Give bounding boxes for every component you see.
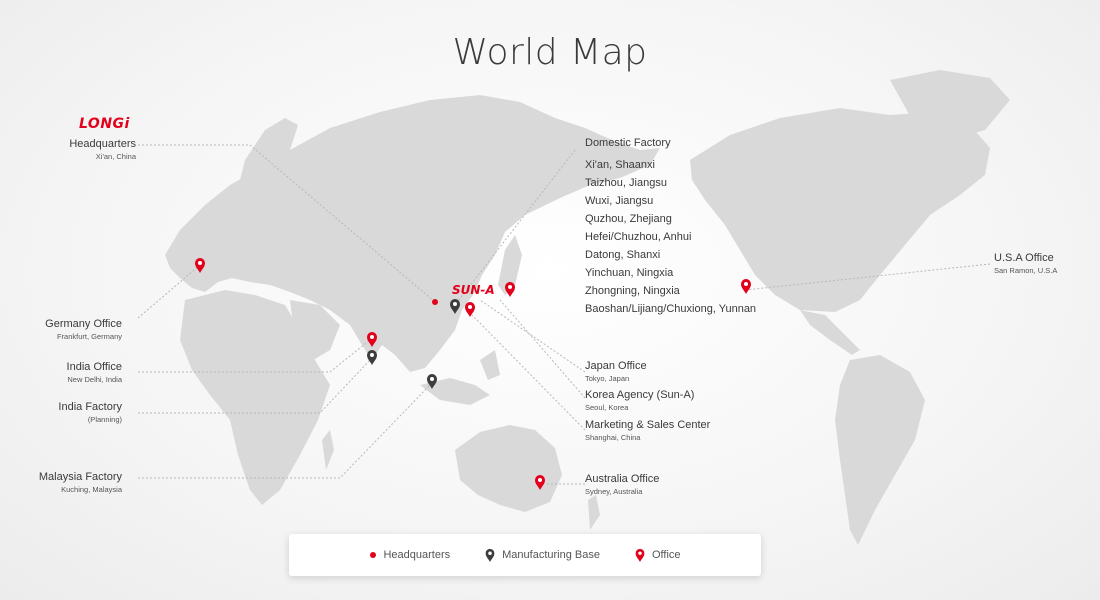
domestic-factory-item: Hefei/Chuzhou, Anhui: [585, 231, 692, 243]
legend-manufacturing-label: Manufacturing Base: [502, 549, 600, 561]
domestic-factory-list: Domestic Factory Xi'an, Shaanxi Taizhou,…: [585, 137, 756, 318]
legend-manufacturing[interactable]: Manufacturing Base: [484, 548, 600, 562]
label-headquarters-sub: Xi'an, China: [95, 151, 136, 161]
office-pin-shanghai-icon[interactable]: [465, 302, 475, 317]
manufacturing-pin-india-icon[interactable]: [367, 350, 377, 365]
label-india-factory: India Factory (Planning): [58, 401, 122, 424]
legend-headquarters-label: Headquarters: [383, 549, 451, 561]
label-malaysia-factory: Malaysia Factory Kuching, Malaysia: [39, 471, 122, 494]
label-headquarters-title: Headquarters: [69, 138, 136, 150]
longi-logo: LONGi: [79, 116, 130, 132]
legend-office[interactable]: Office: [634, 548, 681, 562]
dark-pin-icon: [485, 548, 495, 562]
office-pin-japan-icon[interactable]: [505, 282, 515, 297]
red-pin-icon: [635, 548, 645, 562]
domestic-factory-item: Xi'an, Shaanxi: [585, 159, 655, 171]
label-india-office: India Office New Delhi, India: [67, 361, 122, 384]
label-japan-sub: Tokyo, Japan: [585, 373, 630, 383]
domestic-factory-item: Taizhou, Jiangsu: [585, 177, 667, 189]
label-marketing-center: Marketing & Sales Center Shanghai, China: [585, 419, 710, 442]
label-marketing-title: Marketing & Sales Center: [585, 419, 711, 431]
label-india-factory-sub: (Planning): [87, 414, 122, 424]
label-headquarters: Headquarters Xi'an, China: [69, 138, 136, 161]
domestic-factory-title: Domestic Factory: [585, 137, 671, 149]
label-japan-title: Japan Office: [585, 360, 647, 372]
red-dot-icon: [370, 552, 377, 558]
label-usa-office: U.S.A Office San Ramon, U.S.A: [994, 252, 1057, 275]
label-usa-sub: San Ramon, U.S.A: [994, 265, 1058, 275]
label-australia-office: Australia Office Sydney, Australia: [585, 473, 659, 496]
label-japan-office: Japan Office Tokyo, Japan: [585, 360, 647, 383]
domestic-factory-item: Datong, Shanxi: [585, 249, 661, 261]
label-india-office-title: India Office: [66, 361, 122, 373]
map-legend: Headquarters Manufacturing Base Office: [289, 534, 761, 576]
domestic-factory-item: Quzhou, Zhejiang: [585, 213, 672, 225]
world-map: [137, 70, 1010, 545]
legend-headquarters[interactable]: Headquarters: [369, 549, 450, 561]
legend-office-label: Office: [651, 549, 681, 561]
label-india-factory-title: India Factory: [58, 401, 122, 413]
label-korea-title: Korea Agency (Sun-A): [585, 389, 695, 401]
domestic-factory-item: Zhongning, Ningxia: [585, 285, 680, 297]
label-australia-title: Australia Office: [585, 473, 660, 485]
label-usa-title: U.S.A Office: [994, 252, 1054, 264]
label-germany-office: Germany Office Frankfurt, Germany: [45, 318, 122, 341]
label-marketing-sub: Shanghai, China: [585, 432, 641, 442]
label-australia-sub: Sydney, Australia: [585, 486, 643, 496]
label-korea-agency: Korea Agency (Sun-A) Seoul, Korea: [585, 389, 694, 412]
domestic-factory-item: Wuxi, Jiangsu: [585, 195, 654, 207]
label-india-office-sub: New Delhi, India: [67, 374, 122, 384]
label-germany-sub: Frankfurt, Germany: [56, 331, 122, 341]
sun-a-logo: SUN-A: [452, 283, 495, 297]
label-germany-title: Germany Office: [45, 318, 122, 330]
label-malaysia-sub: Kuching, Malaysia: [61, 484, 122, 494]
headquarters-marker-icon[interactable]: [432, 299, 438, 305]
label-korea-sub: Seoul, Korea: [585, 402, 629, 412]
domestic-factory-item: Baoshan/Lijiang/Chuxiong, Yunnan: [585, 303, 757, 315]
domestic-factory-item: Yinchuan, Ningxia: [585, 267, 674, 279]
label-malaysia-title: Malaysia Factory: [38, 471, 122, 483]
